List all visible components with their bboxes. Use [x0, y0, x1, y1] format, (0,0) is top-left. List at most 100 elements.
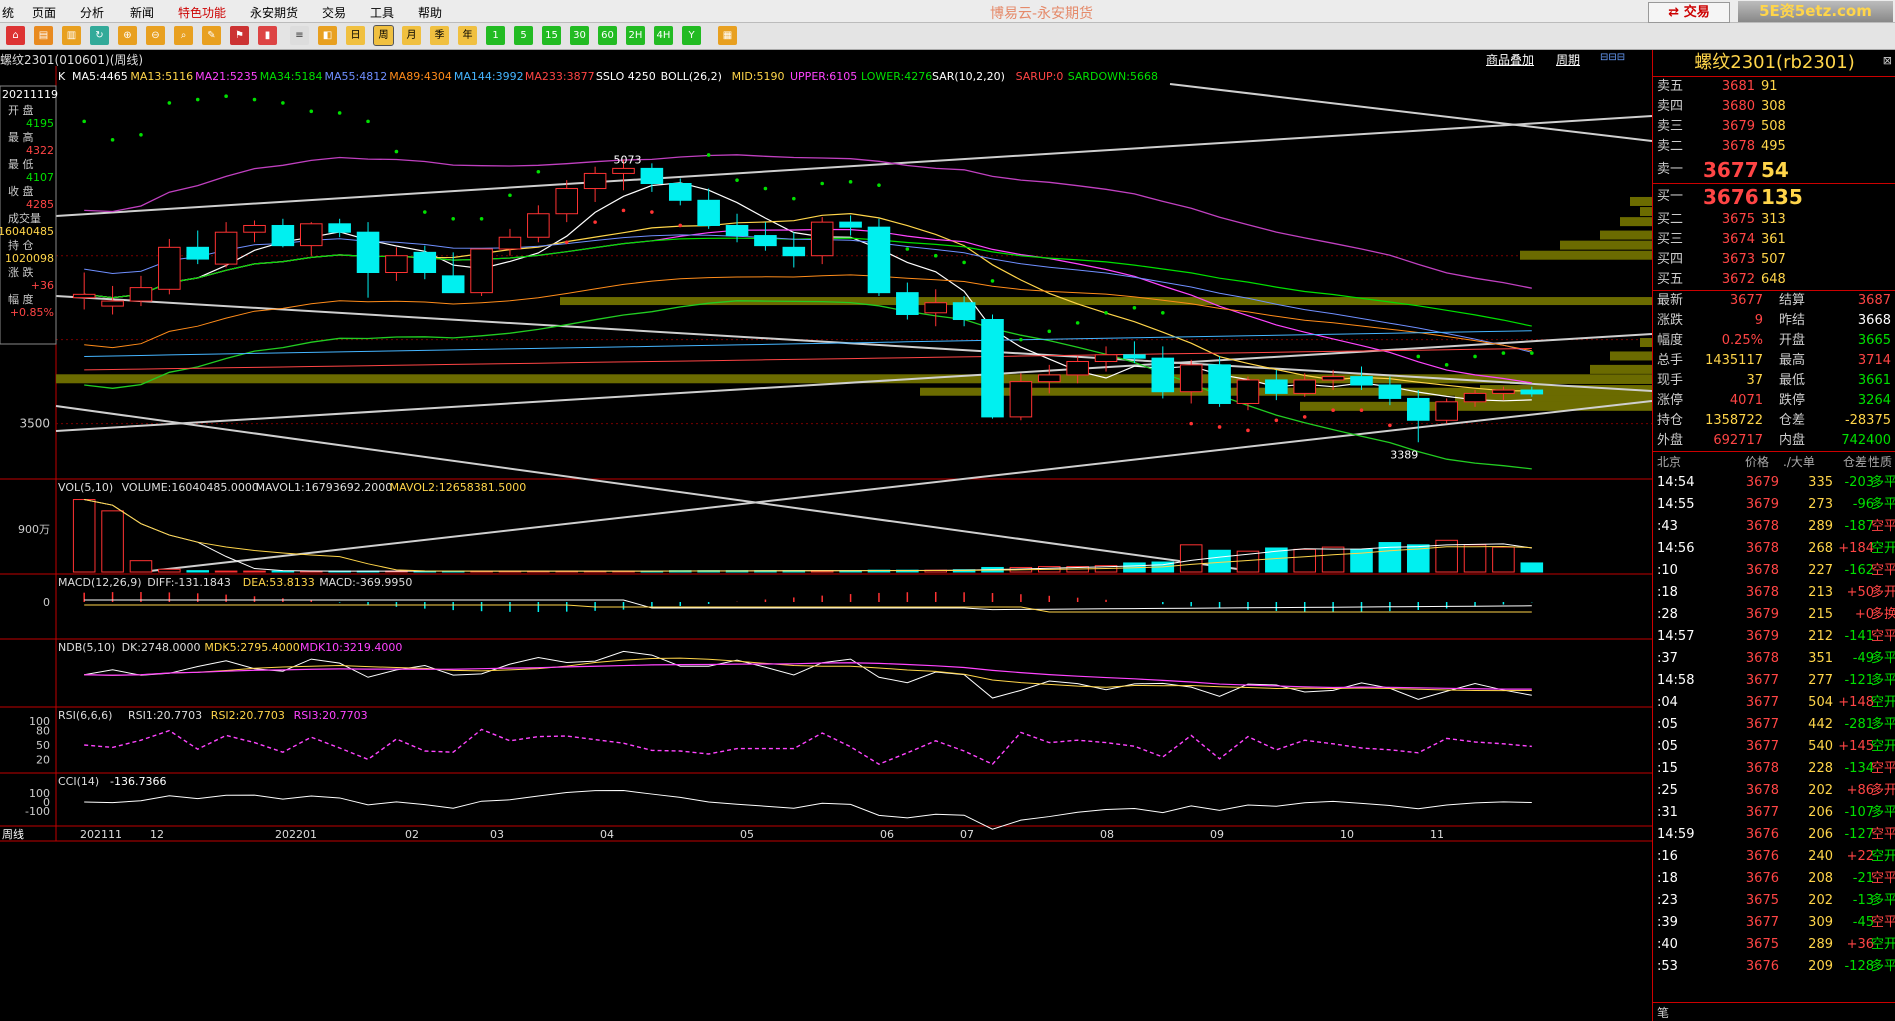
tick-row[interactable]: 14:59 3676 206 -127 空平: [1653, 824, 1895, 846]
tick-row[interactable]: :16 3676 240 +22 空开: [1653, 846, 1895, 868]
stat-value: 4071: [1729, 393, 1763, 408]
menu-trade[interactable]: 交易: [322, 4, 346, 21]
tab-trades[interactable]: 笔: [1657, 1004, 1669, 1021]
sar-dot: [990, 279, 995, 283]
bid-row[interactable]: 买二 3675 313: [1653, 210, 1895, 230]
period-1m-button[interactable]: 1: [486, 26, 505, 45]
week-period-icon[interactable]: 周: [373, 25, 394, 46]
tick-volume: 273: [1808, 497, 1833, 512]
tick-list[interactable]: 14:54 3679 335 -203 多平 14:55 3679 273 -96 多平:43 36…: [1653, 472, 1895, 978]
period-15m-button[interactable]: 15: [542, 26, 561, 45]
tick-row[interactable]: :23 3675 202 -13 多平: [1653, 890, 1895, 912]
home-icon[interactable]: ⌂: [6, 26, 25, 45]
year-period-icon[interactable]: 年: [458, 26, 477, 45]
tick-row[interactable]: :53 3676 209 -128 多平: [1653, 956, 1895, 978]
ask-row[interactable]: 卖三 3679 508: [1653, 117, 1895, 137]
book-price: 3676: [1703, 185, 1759, 209]
tick-row[interactable]: :18 3678 213 +50 多开: [1653, 582, 1895, 604]
bid-row[interactable]: 买四 3673 507: [1653, 250, 1895, 270]
tick-nature: 多平: [1870, 893, 1895, 908]
chart-icon[interactable]: ◧: [318, 26, 337, 45]
stat-value: 1358722: [1705, 413, 1763, 428]
chart-info-bar: 螺纹2301(010601)(周线) 商品叠加 周期 ⊟⊟⊟: [0, 50, 1652, 67]
volume-bar: [1208, 549, 1231, 573]
sar-dot: [366, 119, 370, 124]
tick-row[interactable]: :04 3677 504 +148 空开: [1653, 692, 1895, 714]
bid-row[interactable]: 买三 3674 361: [1653, 230, 1895, 250]
period-4h-button[interactable]: 4H: [654, 26, 673, 45]
stat-value: 37: [1746, 373, 1763, 388]
ask-row[interactable]: 卖一 3677 54: [1653, 157, 1895, 183]
indicator-value: MA21:5235: [195, 70, 258, 83]
layout-toggle-icon[interactable]: ⊟⊟⊟: [1600, 52, 1625, 63]
tick-row[interactable]: :18 3676 208 -21 空平: [1653, 868, 1895, 890]
refresh-icon[interactable]: ↻: [90, 26, 109, 45]
book-icon[interactable]: ▥: [62, 26, 81, 45]
season-period-icon[interactable]: 季: [430, 26, 449, 45]
tick-row[interactable]: :10 3678 227 -162 空平: [1653, 560, 1895, 582]
close-icon[interactable]: ⊠: [1883, 48, 1892, 74]
kline-chart[interactable]: 45004000350050733389KMA5:4465MA13:5116MA…: [0, 66, 1652, 1021]
tick-row[interactable]: :43 3678 289 -187 空平: [1653, 516, 1895, 538]
tick-volume: 351: [1808, 651, 1833, 666]
day-period-icon[interactable]: 日: [346, 26, 365, 45]
menu-news[interactable]: 新闻: [130, 4, 154, 21]
menu-tools[interactable]: 工具: [370, 4, 394, 21]
tick-time: :05: [1657, 739, 1678, 754]
tick-row[interactable]: :15 3678 228 -134 空平: [1653, 758, 1895, 780]
list-icon[interactable]: ≡: [290, 26, 309, 45]
candle-up: [299, 223, 323, 247]
bid-row[interactable]: 买五 3672 648: [1653, 270, 1895, 290]
period-2h-button[interactable]: 2H: [626, 26, 645, 45]
period-60m-button[interactable]: 60: [598, 26, 617, 45]
bid-row[interactable]: 买一 3676 135: [1653, 184, 1895, 210]
folder-icon[interactable]: ▤: [34, 26, 53, 45]
sar-dot: [564, 240, 569, 245]
stat-value: 3665: [1857, 333, 1891, 348]
tick-icon[interactable]: ▮: [258, 26, 277, 45]
tick-row[interactable]: :40 3675 289 +36 空开: [1653, 934, 1895, 956]
ask-row[interactable]: 卖二 3678 495: [1653, 137, 1895, 157]
menu-help[interactable]: 帮助: [418, 4, 442, 21]
ma34-line: [84, 237, 1532, 327]
period-5m-button[interactable]: 5: [514, 26, 533, 45]
menu-page[interactable]: 页面: [32, 4, 56, 21]
tick-row[interactable]: :05 3677 540 +145 空开: [1653, 736, 1895, 758]
candle-down: [328, 223, 351, 233]
tick-row[interactable]: 14:56 3678 268 +184 空开: [1653, 538, 1895, 560]
period-y-button[interactable]: Y: [682, 26, 701, 45]
sar-dot: [1047, 329, 1052, 334]
tick-row[interactable]: :05 3677 442 -281 多平: [1653, 714, 1895, 736]
tick-row[interactable]: :39 3677 309 -45 空平: [1653, 912, 1895, 934]
indicator-value: UPPER:6105: [790, 70, 857, 83]
tick-time: :25: [1657, 783, 1678, 798]
sar-dot: [905, 247, 910, 251]
month-period-icon[interactable]: 月: [402, 26, 421, 45]
tick-row[interactable]: :31 3677 206 -107 多平: [1653, 802, 1895, 824]
menu-analysis[interactable]: 分析: [80, 4, 104, 21]
search-icon[interactable]: ⌕: [174, 26, 193, 45]
tick-row[interactable]: 14:54 3679 335 -203 多平: [1653, 472, 1895, 494]
menu-features[interactable]: 特色功能: [178, 4, 226, 21]
zoom-in-icon[interactable]: ⊕: [118, 26, 137, 45]
ask-row[interactable]: 卖五 3681 91: [1653, 77, 1895, 97]
tick-row[interactable]: 14:55 3679 273 -96 多平: [1653, 494, 1895, 516]
cursor-icon[interactable]: ✎: [202, 26, 221, 45]
flag-icon[interactable]: ⚑: [230, 26, 249, 45]
zoom-out-icon[interactable]: ⊖: [146, 26, 165, 45]
trade-button[interactable]: ⇄ 交易: [1648, 2, 1730, 23]
rsi-legend: RSI2:20.7703: [211, 709, 285, 722]
ask-row[interactable]: 卖四 3680 308: [1653, 97, 1895, 117]
menu-system[interactable]: 统: [2, 4, 14, 21]
tick-time: 14:56: [1657, 541, 1695, 556]
period-30m-button[interactable]: 30: [570, 26, 589, 45]
tick-row[interactable]: :37 3678 351 -49 多平: [1653, 648, 1895, 670]
vol-tick-label: 900万: [18, 523, 50, 536]
candle-down: [1520, 389, 1544, 395]
tick-row[interactable]: 14:57 3679 212 -141 空平: [1653, 626, 1895, 648]
tick-row[interactable]: :28 3679 215 +0 多换: [1653, 604, 1895, 626]
menu-yongan[interactable]: 永安期货: [250, 4, 298, 21]
tick-row[interactable]: :25 3678 202 +86 多开: [1653, 780, 1895, 802]
calendar-icon[interactable]: ▦: [718, 26, 737, 45]
tick-row[interactable]: 14:58 3677 277 -121 多平: [1653, 670, 1895, 692]
